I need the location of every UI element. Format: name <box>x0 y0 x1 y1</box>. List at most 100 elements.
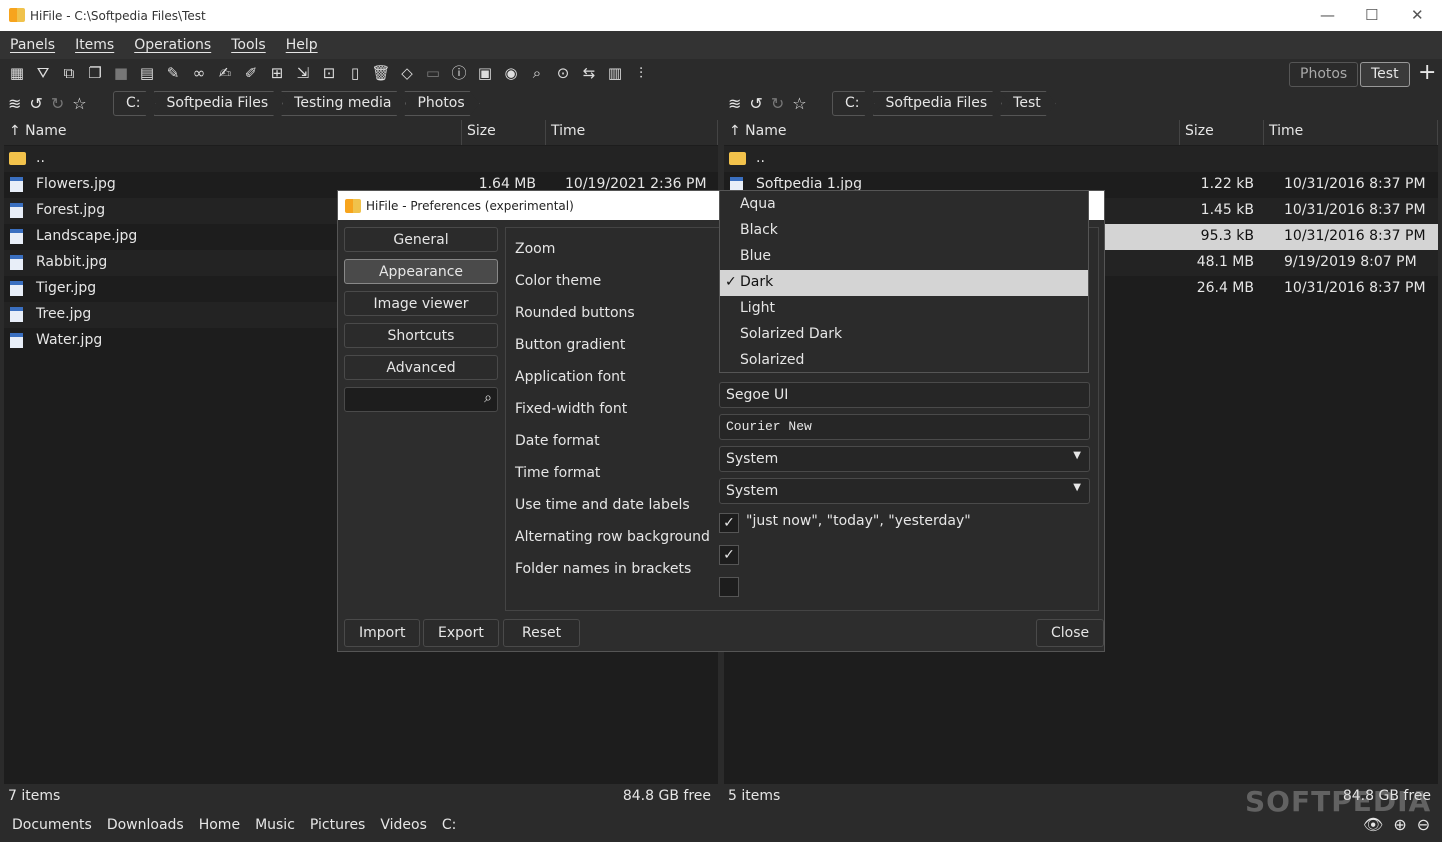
star-icon[interactable]: ☆ <box>72 94 86 113</box>
bookmark-downloads[interactable]: Downloads <box>107 817 184 835</box>
minimize-button[interactable]: — <box>1320 6 1335 24</box>
glasses-icon[interactable]: ∞ <box>188 62 210 84</box>
check-icon: ✓ <box>725 274 737 290</box>
eraser-icon[interactable]: ◇ <box>396 62 418 84</box>
menu-help[interactable]: Help <box>286 37 318 53</box>
close-button[interactable]: ✕ <box>1411 6 1424 24</box>
menu-panels[interactable]: Panels <box>10 37 55 53</box>
folder-brackets-checkbox[interactable] <box>719 577 739 597</box>
terminal-icon[interactable]: ▣ <box>474 62 496 84</box>
breadcrumb-item[interactable]: Photos <box>404 91 479 116</box>
filter-icon[interactable]: ⛛ <box>32 62 54 84</box>
theme-option-label: Dark <box>740 274 774 290</box>
application-font-field[interactable]: Segoe UI <box>719 382 1090 408</box>
back-icon[interactable]: ↺ <box>749 94 762 113</box>
export-button[interactable]: Export <box>423 619 499 647</box>
nav-general[interactable]: General <box>344 227 498 252</box>
bookmark-pictures[interactable]: Pictures <box>310 817 365 835</box>
delete-icon[interactable]: 🗑 <box>370 62 392 84</box>
breadcrumb-item[interactable]: Softpedia Files <box>873 91 1003 116</box>
new-folder-icon[interactable]: ⊡ <box>318 62 340 84</box>
menu-operations[interactable]: Operations <box>134 37 211 53</box>
column-header[interactable]: Size <box>1180 120 1264 145</box>
list-icon[interactable]: ▤ <box>136 62 158 84</box>
file-name: Rabbit.jpg <box>36 254 108 270</box>
theme-option[interactable]: Blue <box>720 244 1088 270</box>
tab-photos[interactable]: Photos <box>1289 62 1359 87</box>
bookmark-c[interactable]: C: <box>442 817 457 835</box>
breadcrumb-item[interactable]: C: <box>113 91 156 116</box>
select-icon[interactable]: ⧉ <box>58 62 80 84</box>
file-size: 26.4 MB <box>1196 280 1254 296</box>
search-content-icon[interactable]: ⊙ <box>552 62 574 84</box>
close-dialog-button[interactable]: Close <box>1036 619 1105 647</box>
brain-icon[interactable]: ◉ <box>500 62 522 84</box>
time-labels-checkbox[interactable]: ✓ <box>719 513 739 533</box>
bookmark-documents[interactable]: Documents <box>12 817 92 835</box>
edit-select-icon[interactable]: ✐ <box>240 62 262 84</box>
theme-option[interactable]: Aqua <box>720 192 1088 218</box>
column-header[interactable]: Time <box>546 120 718 145</box>
edit-icon[interactable]: ✍ <box>214 62 236 84</box>
maximize-button[interactable]: ☐ <box>1365 6 1378 24</box>
nav-shortcuts[interactable]: Shortcuts <box>344 323 498 348</box>
file-row[interactable]: .. <box>724 146 1438 172</box>
layers-icon[interactable]: ≋ <box>728 94 741 113</box>
new-file-icon[interactable]: ⊞ <box>266 62 288 84</box>
chevron-down-icon: ▼ <box>1073 450 1081 461</box>
archive-icon[interactable]: ▯ <box>344 62 366 84</box>
theme-option[interactable]: Light <box>720 296 1088 322</box>
nav-advanced[interactable]: Advanced <box>344 355 498 380</box>
column-header[interactable]: Size <box>462 120 546 145</box>
sliders-icon[interactable]: ⫶ <box>630 62 652 84</box>
breadcrumb-item[interactable]: C: <box>832 91 875 116</box>
file-row[interactable]: .. <box>4 146 718 172</box>
swap-icon[interactable]: ⇆ <box>578 62 600 84</box>
import-button[interactable]: Import <box>344 619 421 647</box>
file-name: .. <box>36 150 45 166</box>
date-format-select[interactable]: System ▼ <box>719 446 1090 472</box>
reset-button[interactable]: Reset <box>503 619 581 647</box>
theme-option[interactable]: Black <box>720 218 1088 244</box>
layers-icon[interactable]: ≋ <box>8 94 21 113</box>
folder-icon[interactable]: ▭ <box>422 62 444 84</box>
search-icon[interactable]: ⌕ <box>526 62 548 84</box>
bookmark-videos[interactable]: Videos <box>380 817 427 835</box>
menu-tools[interactable]: Tools <box>231 37 266 53</box>
add-tab-button[interactable]: + <box>1418 60 1436 85</box>
back-icon[interactable]: ↺ <box>29 94 42 113</box>
star-icon[interactable]: ☆ <box>792 94 806 113</box>
copy-icon[interactable]: ❐ <box>84 62 106 84</box>
breadcrumb-item[interactable]: Test <box>1000 91 1056 116</box>
menu-items[interactable]: Items <box>75 37 114 53</box>
bookmark-home[interactable]: Home <box>199 817 240 835</box>
search-icon: ⌕ <box>484 390 492 406</box>
tab-test[interactable]: Test <box>1360 62 1410 87</box>
file-time: 9/19/2019 8:07 PM <box>1284 254 1417 270</box>
move-icon[interactable]: ■ <box>110 62 132 84</box>
theme-option[interactable]: Solarized Dark <box>720 322 1088 348</box>
column-header[interactable]: ↑ Name <box>4 120 462 145</box>
column-header[interactable]: Time <box>1264 120 1438 145</box>
alternating-row-checkbox[interactable]: ✓ <box>719 545 739 565</box>
info-icon[interactable]: ⓘ <box>448 62 470 84</box>
breadcrumb-item[interactable]: Softpedia Files <box>154 91 284 116</box>
theme-option[interactable]: ✓ Dark <box>720 270 1088 296</box>
shortcut-icon[interactable]: ⇲ <box>292 62 314 84</box>
search-input[interactable]: ⌕ <box>344 387 498 412</box>
grid-icon[interactable]: ▦ <box>6 62 28 84</box>
left-nav-icons: ≋ ↺ ↻ ☆ <box>8 94 87 113</box>
bookmark-music[interactable]: Music <box>255 817 295 835</box>
forward-icon[interactable]: ↻ <box>771 94 784 113</box>
nav-image-viewer[interactable]: Image viewer <box>344 291 498 316</box>
column-header[interactable]: ↑ Name <box>724 120 1180 145</box>
pencil-icon[interactable]: ✎ <box>162 62 184 84</box>
forward-icon[interactable]: ↻ <box>51 94 64 113</box>
fixed-width-font-field[interactable]: Courier New <box>719 414 1090 440</box>
time-format-select[interactable]: System ▼ <box>719 478 1090 504</box>
file-name: .. <box>756 150 765 166</box>
breadcrumb-item[interactable]: Testing media <box>281 91 406 116</box>
nav-appearance[interactable]: Appearance <box>344 259 498 284</box>
calendar-icon[interactable]: ▥ <box>604 62 626 84</box>
theme-option[interactable]: Solarized <box>720 348 1088 374</box>
